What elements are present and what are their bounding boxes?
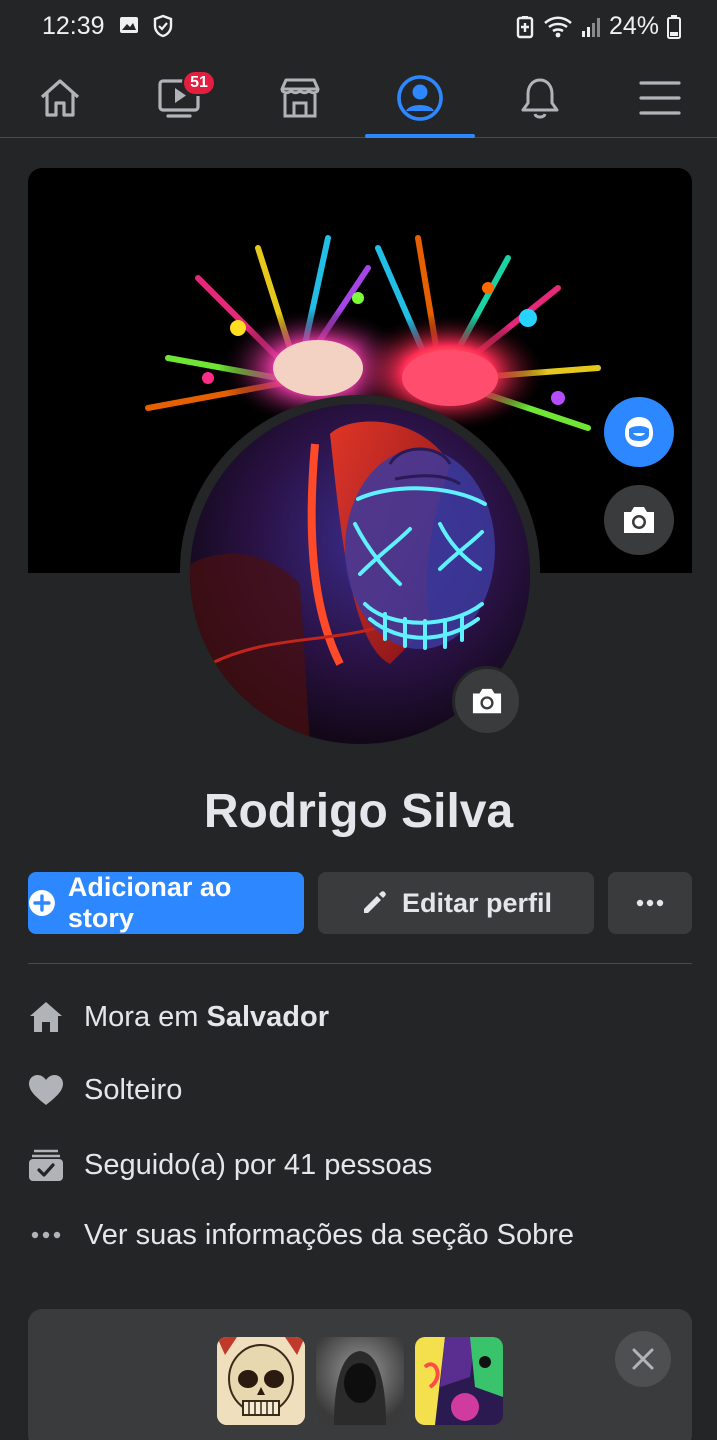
- info-see-about[interactable]: Ver suas informações da seção Sobre: [28, 1213, 692, 1257]
- battery-icon: [667, 14, 681, 39]
- nav-profile[interactable]: [390, 70, 450, 126]
- plus-circle-icon: [28, 890, 55, 916]
- followers-text: Seguido(a) por 41 pessoas: [84, 1148, 433, 1181]
- wifi-icon: [544, 15, 572, 37]
- nav-marketplace[interactable]: [270, 70, 330, 126]
- status-left-icons: [118, 14, 174, 38]
- suggestion-thumbnail-hooded[interactable]: [316, 1337, 404, 1425]
- see-about-text: Ver suas informações da seção Sobre: [84, 1218, 575, 1251]
- cover-camera-button[interactable]: [604, 485, 674, 555]
- relationship-text: Solteiro: [84, 1073, 183, 1106]
- friend-suggestion-card: [28, 1309, 692, 1440]
- followers-icon: [28, 1147, 64, 1183]
- section-divider: [28, 963, 692, 964]
- hamburger-icon: [639, 81, 681, 115]
- profile-picture-camera-button[interactable]: [452, 666, 522, 736]
- store-icon: [280, 78, 320, 118]
- shield-icon: [153, 14, 173, 38]
- bell-icon: [521, 78, 559, 119]
- avatar-button[interactable]: [604, 397, 674, 467]
- colorful-art-image: [415, 1337, 503, 1425]
- battery-percentage: 24%: [608, 12, 659, 40]
- house-icon: [28, 999, 64, 1035]
- status-time: 12:39: [42, 12, 105, 40]
- top-navigation: 51: [0, 56, 717, 138]
- add-to-story-label: Adicionar ao story: [67, 872, 232, 933]
- info-followers[interactable]: Seguido(a) por 41 pessoas: [28, 1143, 692, 1187]
- lives-in-text: Mora em Salvador: [84, 1001, 329, 1034]
- edit-profile-button[interactable]: Editar perfil: [318, 872, 594, 934]
- nav-menu[interactable]: [630, 70, 690, 126]
- camera-icon: [472, 688, 502, 714]
- battery-saver-icon: [516, 15, 534, 38]
- suggestion-thumbnail-colorful[interactable]: [415, 1337, 503, 1425]
- active-tab-indicator: [365, 134, 475, 138]
- hooded-figure-image: [316, 1337, 404, 1425]
- avatar-face-icon: [625, 417, 653, 447]
- ellipsis-icon: [28, 1217, 64, 1253]
- close-icon: [632, 1348, 654, 1370]
- suggestion-thumbnail-skull[interactable]: [217, 1337, 305, 1425]
- skull-image: [217, 1337, 305, 1425]
- status-bar: 12:39 24%: [0, 0, 717, 56]
- close-suggestion-button[interactable]: [615, 1331, 671, 1387]
- status-right-icons: 24%: [515, 12, 681, 41]
- lives-in-city: Salvador: [206, 1000, 329, 1033]
- nav-notifications[interactable]: [510, 70, 570, 126]
- info-relationship[interactable]: Solteiro: [28, 1068, 692, 1112]
- info-lives-in[interactable]: Mora em Salvador: [28, 995, 692, 1039]
- signal-icon: [581, 17, 600, 37]
- watch-notification-badge: 51: [182, 70, 216, 96]
- add-to-story-button[interactable]: Adicionar ao story: [28, 872, 304, 934]
- lives-in-prefix: Mora em: [84, 1000, 207, 1033]
- gallery-icon: [120, 17, 138, 33]
- profile-name: Rodrigo Silva: [203, 785, 514, 838]
- edit-profile-label: Editar perfil: [401, 887, 553, 918]
- more-dots-icon: [636, 899, 664, 907]
- more-options-button[interactable]: [608, 872, 692, 934]
- nav-home[interactable]: [30, 70, 90, 126]
- home-icon: [40, 79, 80, 117]
- profile-icon: [397, 75, 443, 121]
- camera-icon: [624, 507, 654, 533]
- heart-icon: [28, 1072, 64, 1108]
- pencil-icon: [363, 891, 386, 913]
